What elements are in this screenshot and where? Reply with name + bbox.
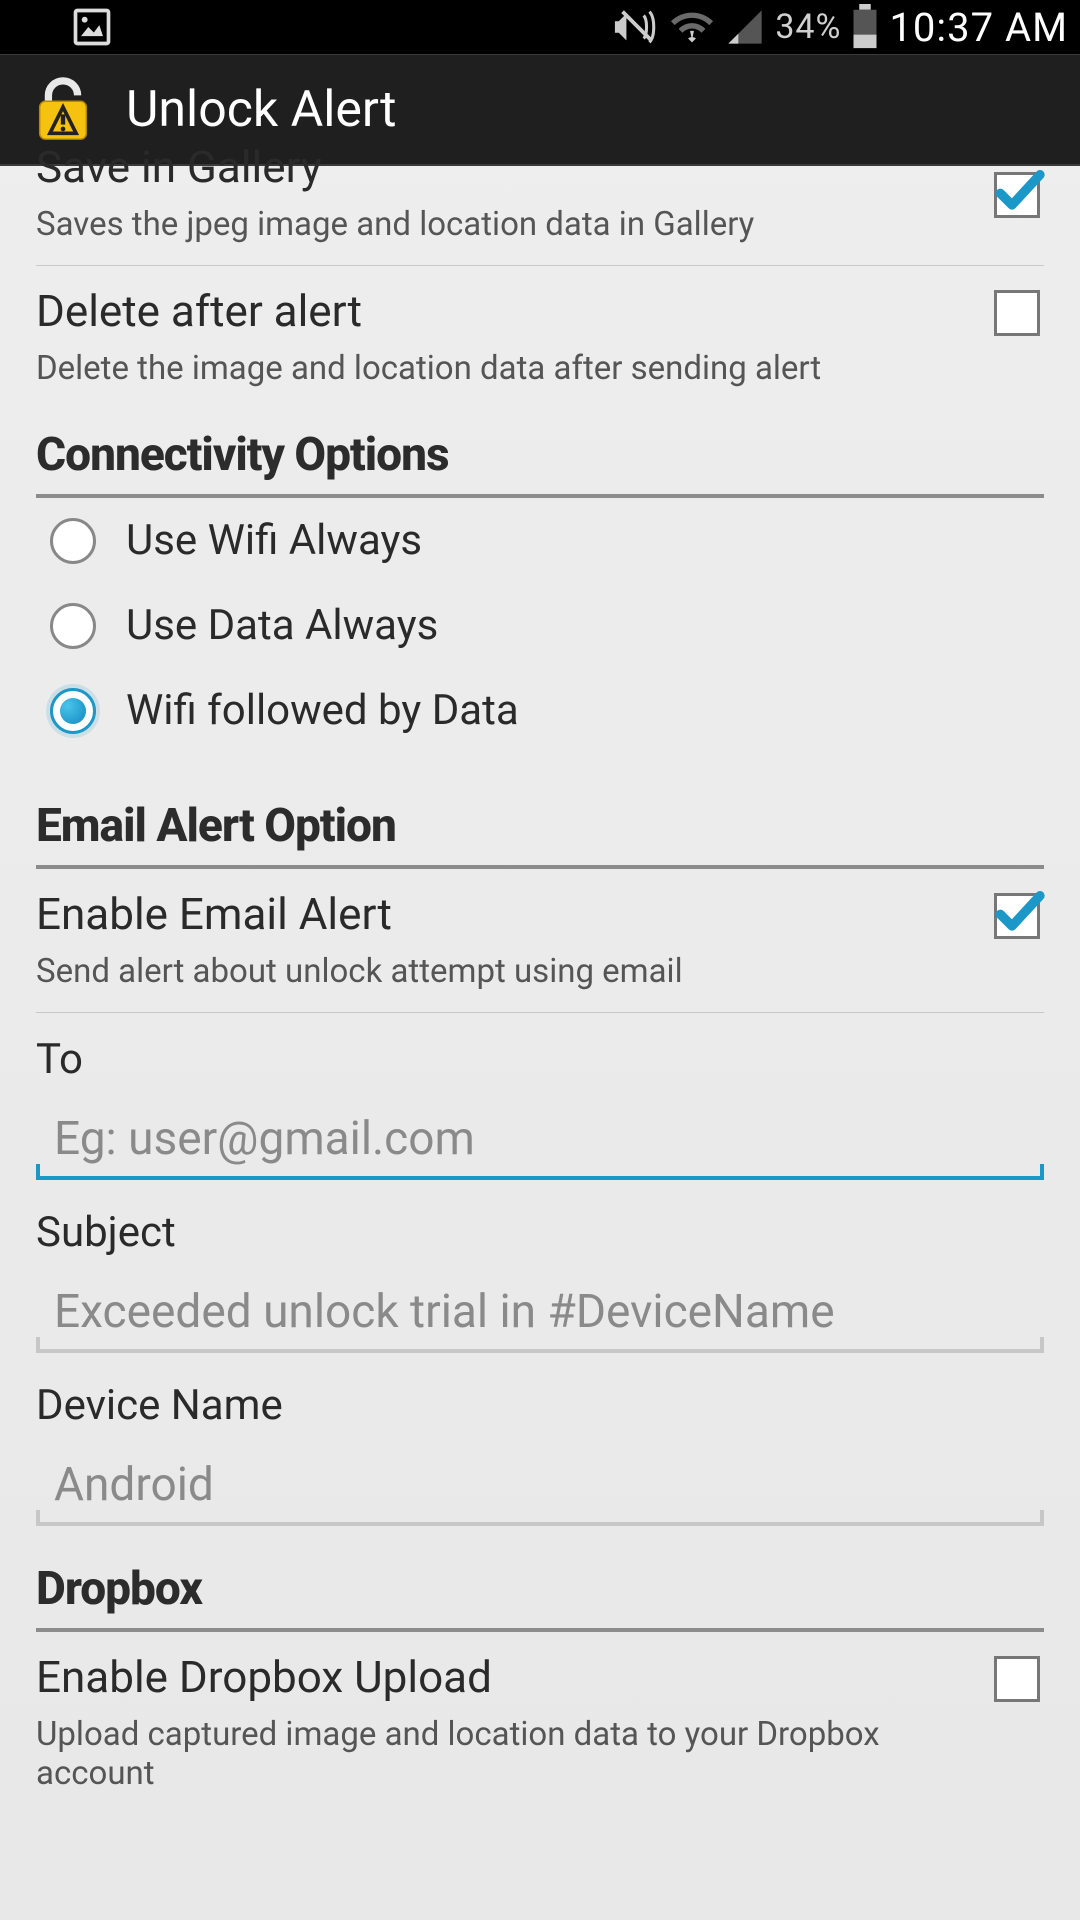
enable-dropbox-checkbox[interactable] xyxy=(994,1656,1040,1702)
setting-save-in-gallery[interactable]: Save in Gallery Saves the jpeg image and… xyxy=(36,166,1044,266)
setting-subtitle: Saves the jpeg image and location data i… xyxy=(36,205,974,245)
status-time: 10:37 AM xyxy=(889,4,1068,51)
setting-enable-email-alert[interactable]: Enable Email Alert Send alert about unlo… xyxy=(36,869,1044,1013)
setting-enable-dropbox[interactable]: Enable Dropbox Upload Upload captured im… xyxy=(36,1632,1044,1794)
section-connectivity: Connectivity Options xyxy=(36,398,1044,498)
radio-icon xyxy=(50,518,96,564)
setting-subtitle: Upload captured image and location data … xyxy=(36,1715,974,1794)
setting-title: Delete after alert xyxy=(36,284,974,339)
vibrate-mute-icon xyxy=(613,4,659,50)
email-to-input[interactable] xyxy=(36,1104,1044,1178)
battery-percent: 34% xyxy=(775,7,841,47)
setting-title: Enable Email Alert xyxy=(36,887,974,942)
section-dropbox: Dropbox xyxy=(36,1532,1044,1632)
email-subject-input[interactable] xyxy=(36,1277,1044,1351)
enable-email-checkbox[interactable] xyxy=(994,893,1040,939)
radio-use-wifi-always[interactable]: Use Wifi Always xyxy=(36,498,1044,583)
picture-notification-icon xyxy=(70,5,114,49)
radio-use-data-always[interactable]: Use Data Always xyxy=(36,583,1044,668)
setting-delete-after-alert[interactable]: Delete after alert Delete the image and … xyxy=(36,266,1044,399)
field-label: Subject xyxy=(36,1208,1044,1257)
field-label: Device Name xyxy=(36,1381,1044,1430)
radio-icon xyxy=(50,688,96,734)
delete-after-alert-checkbox[interactable] xyxy=(994,290,1040,336)
radio-icon xyxy=(50,603,96,649)
app-lock-icon xyxy=(28,75,98,145)
setting-title: Save in Gallery xyxy=(36,140,974,195)
settings-content[interactable]: Save in Gallery Saves the jpeg image and… xyxy=(0,166,1080,1794)
device-name-input[interactable] xyxy=(36,1450,1044,1524)
setting-title: Enable Dropbox Upload xyxy=(36,1650,974,1705)
radio-label: Use Wifi Always xyxy=(126,516,422,565)
radio-wifi-then-data[interactable]: Wifi followed by Data xyxy=(36,668,1044,769)
save-in-gallery-checkbox[interactable] xyxy=(994,172,1040,218)
wifi-icon xyxy=(669,4,715,50)
signal-icon xyxy=(725,7,765,47)
field-device-name: Device Name xyxy=(36,1359,1044,1532)
field-to: To xyxy=(36,1013,1044,1186)
field-subject: Subject xyxy=(36,1186,1044,1359)
radio-label: Use Data Always xyxy=(126,601,438,650)
battery-icon xyxy=(851,4,879,50)
setting-subtitle: Delete the image and location data after… xyxy=(36,349,974,389)
status-bar: 34% 10:37 AM xyxy=(0,0,1080,54)
radio-label: Wifi followed by Data xyxy=(126,686,519,735)
section-email-alert: Email Alert Option xyxy=(36,769,1044,869)
setting-subtitle: Send alert about unlock attempt using em… xyxy=(36,952,974,992)
app-title: Unlock Alert xyxy=(126,81,396,139)
field-label: To xyxy=(36,1035,1044,1084)
